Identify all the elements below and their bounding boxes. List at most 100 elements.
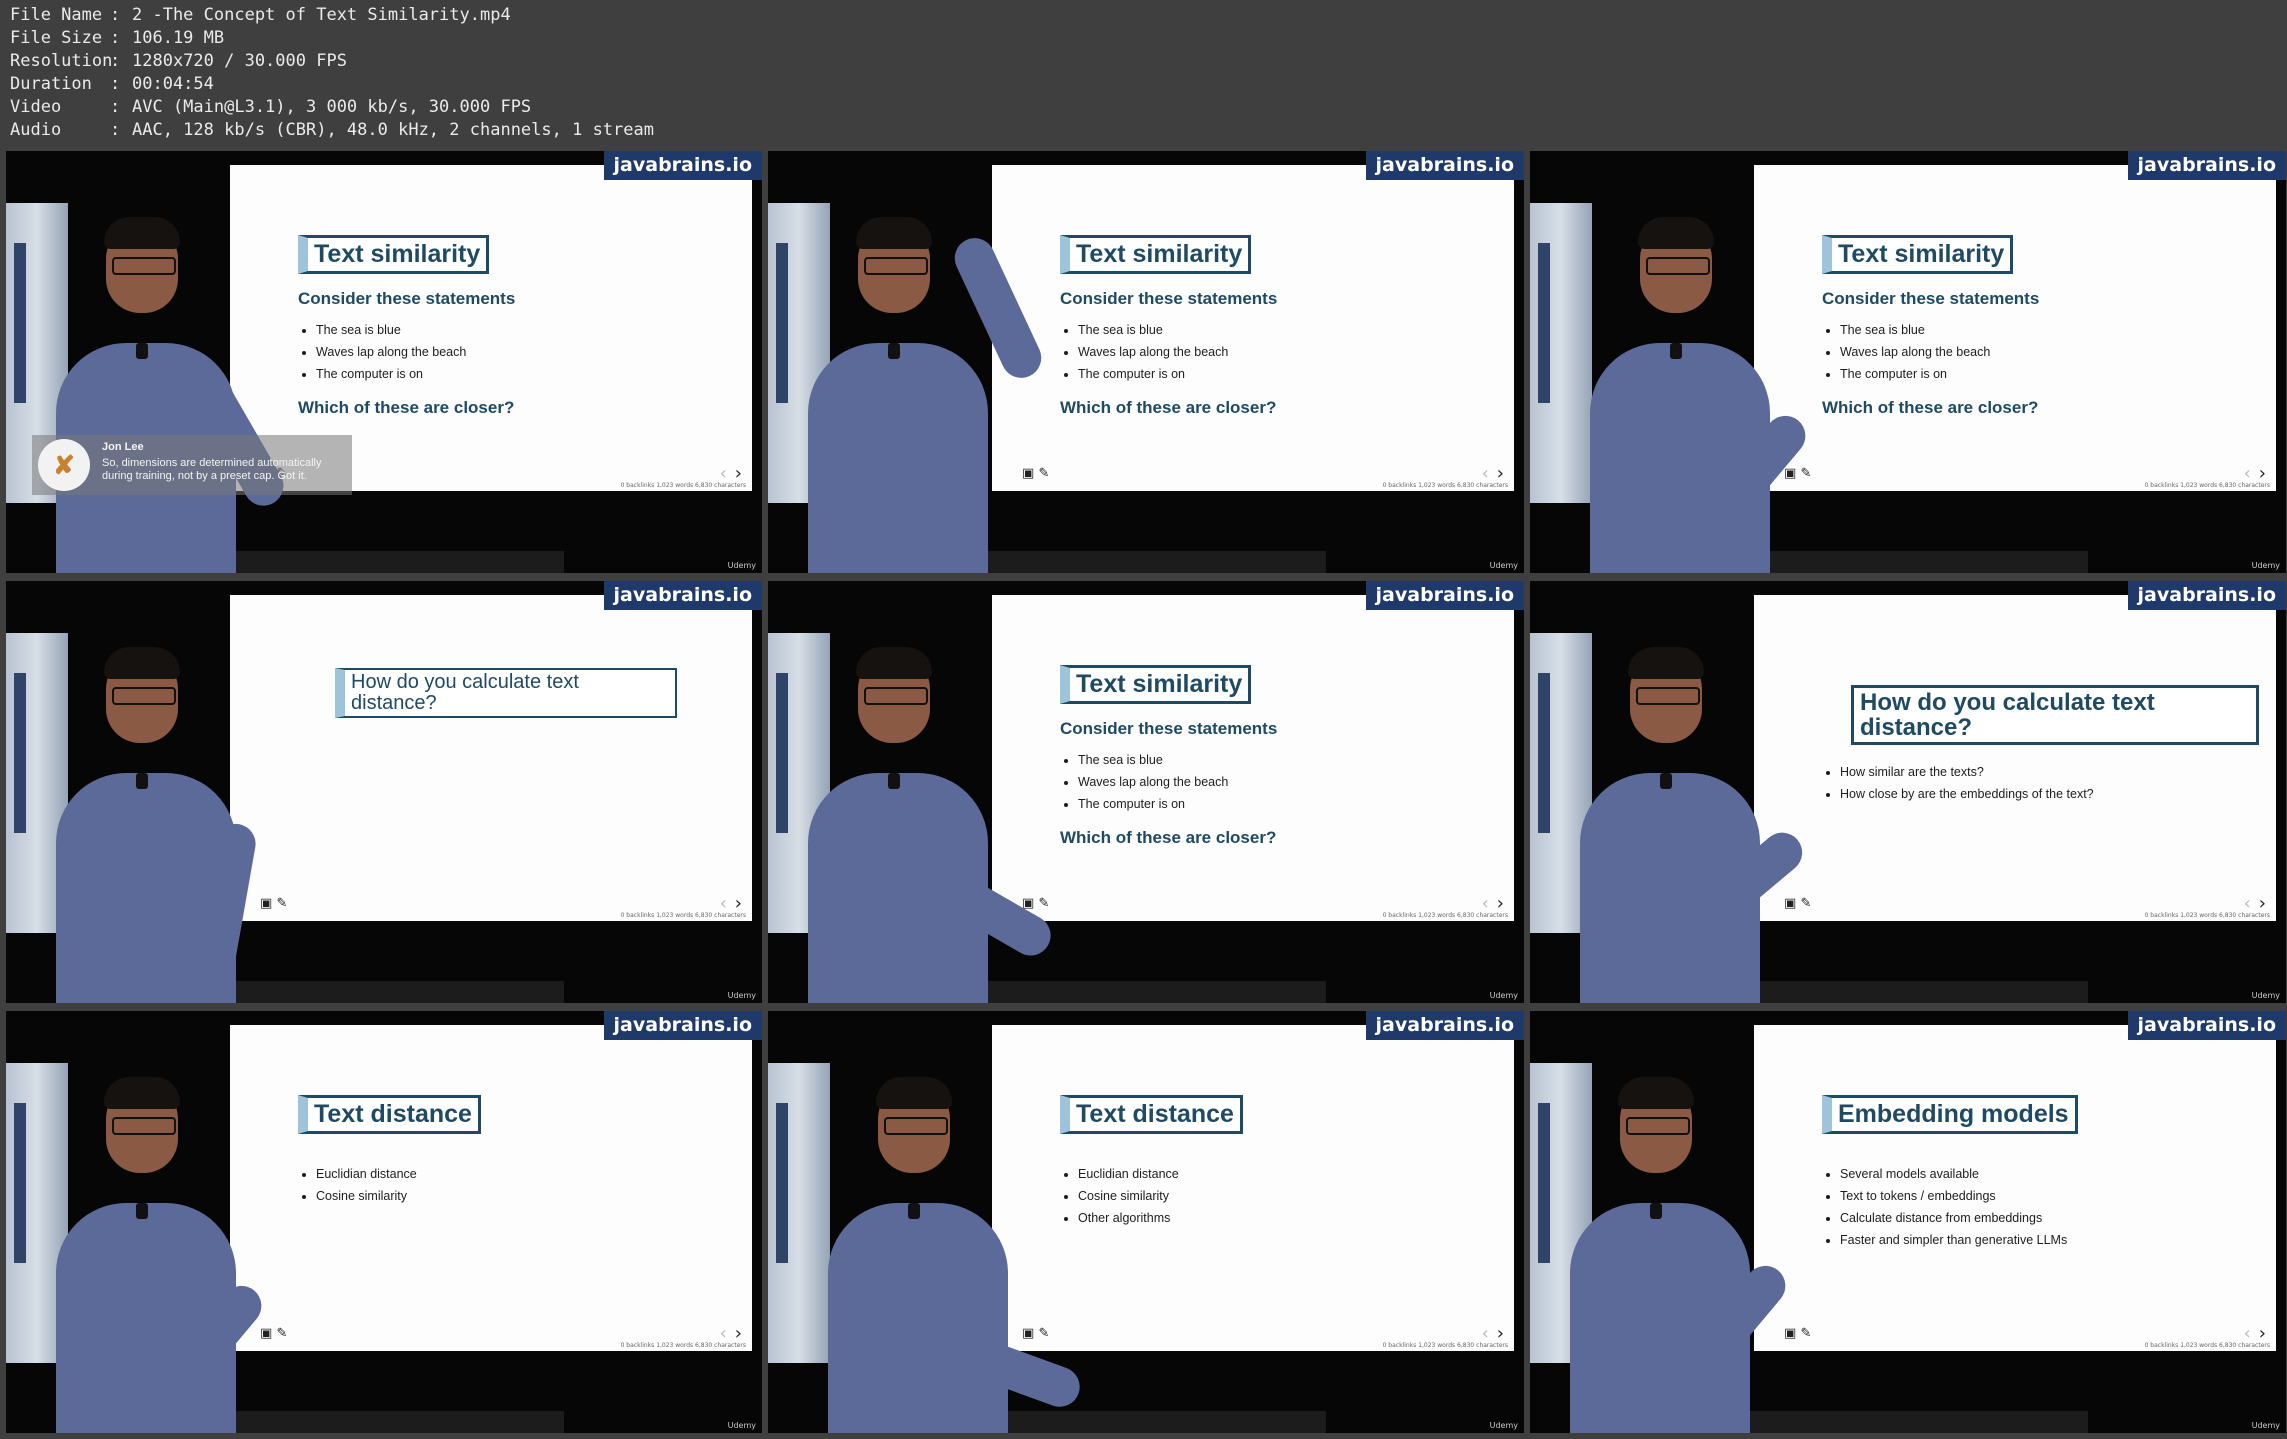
pencil-icon[interactable]: ✎ [1800,1326,1811,1341]
eraser-icon[interactable]: ▣ [1784,1326,1796,1341]
info-row: Video: AVC (Main@L3.1), 3 000 kb/s, 30.0… [10,96,654,119]
slide-bullet: Text to tokens / embeddings [1840,1185,2067,1207]
chevron-left-icon[interactable]: ‹ [720,463,727,484]
slide-bullet: The computer is on [1840,363,1990,385]
presenter [36,193,291,573]
video-frame-thumbnail[interactable]: How do you calculate text distance? ▣ ✎ ‹ ›… [6,581,762,1003]
pen-tools[interactable]: ▣ ✎ [1784,896,1811,911]
video-frame-thumbnail[interactable]: Embedding models Several models available… [1530,1011,2286,1433]
slide-bullet: Other algorithms [1078,1207,1179,1229]
chevron-right-icon[interactable]: › [1497,893,1504,914]
pen-tools[interactable]: ▣ ✎ [1784,1326,1811,1341]
slide-bullet: Euclidian distance [316,1163,417,1185]
pencil-icon[interactable]: ✎ [276,896,287,911]
udemy-watermark: Udemy [727,991,756,1000]
brand-badge: javabrains.io [2127,1011,2286,1040]
presentation-slide: Text similarity Consider these statements… [1754,165,2276,491]
chevron-right-icon[interactable]: › [735,463,742,484]
slide-bullet-list: Several models availableText to tokens /… [1822,1163,2067,1251]
presentation-slide: Text distance Euclidian distanceCosine si… [992,1025,1514,1351]
info-separator: : [110,74,131,94]
pen-tools[interactable]: ▣ ✎ [1022,466,1049,481]
presenter [788,193,1048,573]
file-info-panel: File Name: 2 -The Concept of Text Simila… [10,4,654,142]
brand-badge: javabrains.io [1365,1011,1524,1040]
presentation-slide: How do you calculate text distance? How s… [1754,595,2276,921]
video-frame-thumbnail[interactable]: Text distance Euclidian distanceCosine si… [6,1011,762,1433]
chevron-right-icon[interactable]: › [1497,1323,1504,1344]
brand-badge: javabrains.io [1365,151,1524,180]
brand-badge: javabrains.io [603,1011,762,1040]
eraser-icon[interactable]: ▣ [260,1326,272,1341]
chevron-left-icon[interactable]: ‹ [2244,1323,2251,1344]
slide-bullet: Cosine similarity [316,1185,417,1207]
video-frame-thumbnail[interactable]: How do you calculate text distance? How s… [1530,581,2286,1003]
caption-message: So, dimensions are determined automatica… [102,457,322,482]
udemy-watermark: Udemy [727,561,756,570]
chevron-right-icon[interactable]: › [2259,893,2266,914]
video-frame-thumbnail[interactable]: Text similarity Consider these statements… [6,151,762,573]
chevron-right-icon[interactable]: › [735,1323,742,1344]
slide-bullet-list: Euclidian distanceCosine similarityOther… [1060,1163,1179,1229]
chevron-left-icon[interactable]: ‹ [2244,893,2251,914]
presenter-hair [856,217,932,249]
video-frame-thumbnail[interactable]: Text similarity Consider these statements… [768,151,1524,573]
slide-bullet-list: The sea is blueWaves lap along the beach… [1060,319,1228,385]
microphone-icon [136,343,148,359]
presentation-slide: Text distance Euclidian distanceCosine si… [230,1025,752,1351]
slide-nav: ‹ › [1482,1323,1504,1344]
presenter-hair [104,647,180,679]
eraser-icon[interactable]: ▣ [1784,896,1796,911]
caption-author: Jon Lee [102,441,144,453]
pencil-icon[interactable]: ✎ [1038,1326,1049,1341]
slide-bullet: How similar are the texts? [1840,761,2094,783]
info-value: 00:04:54 [132,74,214,94]
pencil-icon[interactable]: ✎ [1038,466,1049,481]
pencil-icon[interactable]: ✎ [1800,896,1811,911]
chevron-right-icon[interactable]: › [2259,1323,2266,1344]
chevron-left-icon[interactable]: ‹ [720,893,727,914]
chevron-left-icon[interactable]: ‹ [1482,463,1489,484]
slide-nav: ‹ › [2244,463,2266,484]
pencil-icon[interactable]: ✎ [1800,466,1811,481]
presentation-slide: Text similarity Consider these statements… [992,595,1514,921]
pen-tools[interactable]: ▣ ✎ [260,1326,287,1341]
slide-title: Text similarity [1060,235,1252,274]
pencil-icon[interactable]: ✎ [276,1326,287,1341]
slide-bullet: The sea is blue [316,319,466,341]
udemy-watermark: Udemy [727,1421,756,1430]
info-separator: : [110,97,131,117]
pen-tools[interactable]: ▣ ✎ [1022,896,1049,911]
glasses-icon [1646,257,1710,275]
slide-bullet: Waves lap along the beach [1078,771,1228,793]
video-frame-thumbnail[interactable]: Text similarity Consider these statements… [768,581,1524,1003]
pen-tools[interactable]: ▣ ✎ [260,896,287,911]
info-separator: : [110,51,131,71]
slide-question: Which of these are closer? [298,398,515,417]
pencil-icon[interactable]: ✎ [1038,896,1049,911]
video-frame-thumbnail[interactable]: Text distance Euclidian distanceCosine si… [768,1011,1524,1433]
glasses-icon [1626,1117,1690,1135]
chevron-left-icon[interactable]: ‹ [2244,463,2251,484]
chevron-left-icon[interactable]: ‹ [720,1323,727,1344]
presenter-torso [828,1203,1008,1433]
presenter [36,1053,270,1433]
eraser-icon[interactable]: ▣ [1022,466,1034,481]
microphone-icon [136,1203,148,1219]
slide-bullet: Calculate distance from embeddings [1840,1207,2067,1229]
presenter [1570,193,1814,573]
chevron-right-icon[interactable]: › [2259,463,2266,484]
info-key: Audio [10,120,62,140]
editor-status-bar: 0 backlinks 1,023 words 6,830 characters [2144,912,2270,919]
slide-bullet: The sea is blue [1078,319,1228,341]
presenter-hair [876,1077,952,1109]
slide-bullet-list: How similar are the texts?How close by a… [1822,761,2094,805]
video-frame-thumbnail[interactable]: Text similarity Consider these statements… [1530,151,2286,573]
chevron-left-icon[interactable]: ‹ [1482,1323,1489,1344]
chevron-right-icon[interactable]: › [735,893,742,914]
slide-nav: ‹ › [1482,463,1504,484]
eraser-icon[interactable]: ▣ [260,896,272,911]
chevron-right-icon[interactable]: › [1497,463,1504,484]
chevron-left-icon[interactable]: ‹ [1482,893,1489,914]
presenter-hair [856,647,932,679]
